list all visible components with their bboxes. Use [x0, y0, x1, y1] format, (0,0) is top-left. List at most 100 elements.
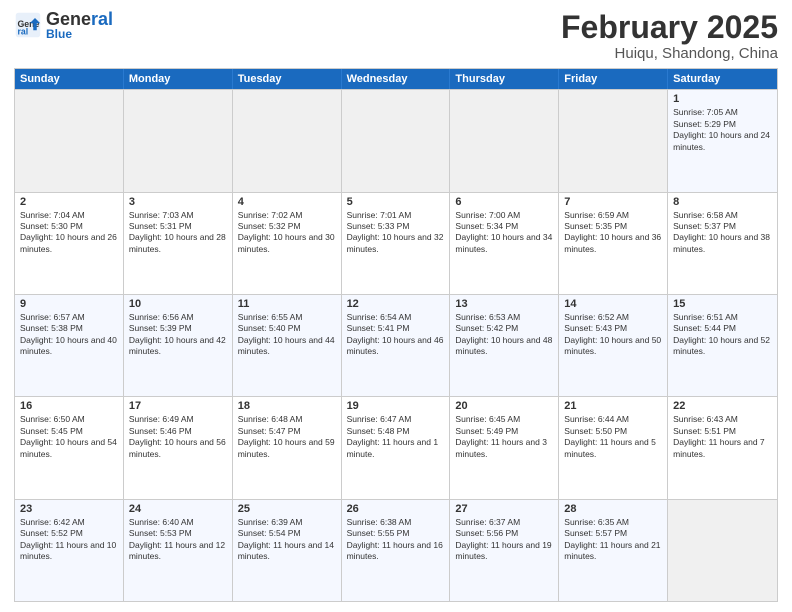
cell-text: Sunrise: 6:55 AM Sunset: 5:40 PM Dayligh… — [238, 312, 336, 358]
cell-text: Sunrise: 6:44 AM Sunset: 5:50 PM Dayligh… — [564, 414, 662, 460]
calendar-cell: 5 Sunrise: 7:01 AM Sunset: 5:33 PM Daylig… — [342, 193, 451, 294]
calendar-cell: 10Sunrise: 6:56 AM Sunset: 5:39 PM Dayli… — [124, 295, 233, 396]
day-number: 1 — [673, 93, 772, 105]
calendar-cell — [559, 90, 668, 191]
calendar-cell: 15 Sunrise: 6:51 AM Sunset: 5:44 PM Dayli… — [668, 295, 777, 396]
cell-text: Sunrise: 7:05 AM Sunset: 5:29 PM Dayligh… — [673, 107, 772, 153]
day-number: 7 — [564, 196, 662, 208]
calendar-cell: 26 Sunrise: 6:38 AM Sunset: 5:55 PM Dayli… — [342, 500, 451, 601]
cell-text: Sunrise: 6:39 AM Sunset: 5:54 PM Dayligh… — [238, 517, 336, 563]
day-number: 19 — [347, 400, 445, 412]
day-number: 12 — [347, 298, 445, 310]
calendar-cell: 19 Sunrise: 6:47 AM Sunset: 5:48 PM Dayli… — [342, 397, 451, 498]
day-number: 20 — [455, 400, 553, 412]
cell-text: Sunrise: 7:01 AM Sunset: 5:33 PM Dayligh… — [347, 210, 445, 256]
cell-text: Sunrise: 6:51 AM Sunset: 5:44 PM Dayligh… — [673, 312, 772, 358]
cell-text: Sunrise: 6:45 AM Sunset: 5:49 PM Dayligh… — [455, 414, 553, 460]
calendar-cell — [233, 90, 342, 191]
day-number: 25 — [238, 503, 336, 515]
day-number: 4 — [238, 196, 336, 208]
subtitle: Huiqu, Shandong, China — [561, 45, 778, 62]
calendar-cell: 25 Sunrise: 6:39 AM Sunset: 5:54 PM Dayli… — [233, 500, 342, 601]
cal-header-cell: Saturday — [668, 69, 777, 89]
day-number: 23 — [20, 503, 118, 515]
cal-header-cell: Thursday — [450, 69, 559, 89]
calendar-cell: 16 Sunrise: 6:50 AM Sunset: 5:45 PM Dayli… — [15, 397, 124, 498]
calendar-row: 9 Sunrise: 6:57 AM Sunset: 5:38 PM Daylig… — [15, 294, 777, 396]
logo-blue: Blue — [46, 28, 113, 40]
cell-text: Sunrise: 6:37 AM Sunset: 5:56 PM Dayligh… — [455, 517, 553, 563]
cell-text: Sunrise: 6:43 AM Sunset: 5:51 PM Dayligh… — [673, 414, 772, 460]
cell-text: Sunrise: 6:57 AM Sunset: 5:38 PM Dayligh… — [20, 312, 118, 358]
day-number: 18 — [238, 400, 336, 412]
day-number: 16 — [20, 400, 118, 412]
logo-text: General — [46, 10, 113, 28]
day-number: 27 — [455, 503, 553, 515]
day-number: 5 — [347, 196, 445, 208]
page: Gene ral General Blue February 2025 Huiq… — [0, 0, 792, 612]
day-number: 15 — [673, 298, 772, 310]
calendar-cell — [668, 500, 777, 601]
cell-text: Sunrise: 7:04 AM Sunset: 5:30 PM Dayligh… — [20, 210, 118, 256]
cell-text: Sunrise: 6:40 AM Sunset: 5:53 PM Dayligh… — [129, 517, 227, 563]
calendar-cell: 27 Sunrise: 6:37 AM Sunset: 5:56 PM Dayli… — [450, 500, 559, 601]
calendar-cell: 28Sunrise: 6:35 AM Sunset: 5:57 PM Dayli… — [559, 500, 668, 601]
cal-header-cell: Tuesday — [233, 69, 342, 89]
day-number: 8 — [673, 196, 772, 208]
calendar-row: 1 Sunrise: 7:05 AM Sunset: 5:29 PM Daylig… — [15, 89, 777, 191]
logo-icon: Gene ral — [14, 11, 42, 39]
title-block: February 2025 Huiqu, Shandong, China — [561, 10, 778, 62]
calendar-header: SundayMondayTuesdayWednesdayThursdayFrid… — [15, 69, 777, 89]
day-number: 26 — [347, 503, 445, 515]
calendar-row: 2 Sunrise: 7:04 AM Sunset: 5:30 PM Daylig… — [15, 192, 777, 294]
cal-header-cell: Sunday — [15, 69, 124, 89]
day-number: 11 — [238, 298, 336, 310]
svg-text:ral: ral — [18, 27, 29, 37]
calendar-cell: 9 Sunrise: 6:57 AM Sunset: 5:38 PM Daylig… — [15, 295, 124, 396]
day-number: 14 — [564, 298, 662, 310]
calendar-cell — [342, 90, 451, 191]
calendar-cell: 17Sunrise: 6:49 AM Sunset: 5:46 PM Dayli… — [124, 397, 233, 498]
day-number: 2 — [20, 196, 118, 208]
cell-text: Sunrise: 6:42 AM Sunset: 5:52 PM Dayligh… — [20, 517, 118, 563]
cell-text: Sunrise: 6:59 AM Sunset: 5:35 PM Dayligh… — [564, 210, 662, 256]
cell-text: Sunrise: 6:49 AM Sunset: 5:46 PM Dayligh… — [129, 414, 227, 460]
calendar-cell: 23 Sunrise: 6:42 AM Sunset: 5:52 PM Dayli… — [15, 500, 124, 601]
cell-text: Sunrise: 6:47 AM Sunset: 5:48 PM Dayligh… — [347, 414, 445, 460]
main-title: February 2025 — [561, 10, 778, 45]
calendar-cell — [450, 90, 559, 191]
day-number: 3 — [129, 196, 227, 208]
calendar-cell: 11 Sunrise: 6:55 AM Sunset: 5:40 PM Dayli… — [233, 295, 342, 396]
cell-text: Sunrise: 6:54 AM Sunset: 5:41 PM Dayligh… — [347, 312, 445, 358]
day-number: 21 — [564, 400, 662, 412]
cell-text: Sunrise: 6:38 AM Sunset: 5:55 PM Dayligh… — [347, 517, 445, 563]
calendar-cell: 3 Sunrise: 7:03 AM Sunset: 5:31 PM Daylig… — [124, 193, 233, 294]
cal-header-cell: Wednesday — [342, 69, 451, 89]
calendar-row: 16 Sunrise: 6:50 AM Sunset: 5:45 PM Dayli… — [15, 396, 777, 498]
calendar-cell: 1 Sunrise: 7:05 AM Sunset: 5:29 PM Daylig… — [668, 90, 777, 191]
cell-text: Sunrise: 7:00 AM Sunset: 5:34 PM Dayligh… — [455, 210, 553, 256]
calendar-cell: 4 Sunrise: 7:02 AM Sunset: 5:32 PM Daylig… — [233, 193, 342, 294]
calendar-cell — [15, 90, 124, 191]
cell-text: Sunrise: 7:03 AM Sunset: 5:31 PM Dayligh… — [129, 210, 227, 256]
cell-text: Sunrise: 6:52 AM Sunset: 5:43 PM Dayligh… — [564, 312, 662, 358]
calendar-cell — [124, 90, 233, 191]
day-number: 9 — [20, 298, 118, 310]
calendar-cell: 7 Sunrise: 6:59 AM Sunset: 5:35 PM Daylig… — [559, 193, 668, 294]
day-number: 22 — [673, 400, 772, 412]
day-number: 6 — [455, 196, 553, 208]
cell-text: Sunrise: 7:02 AM Sunset: 5:32 PM Dayligh… — [238, 210, 336, 256]
day-number: 28 — [564, 503, 662, 515]
cal-header-cell: Friday — [559, 69, 668, 89]
day-number: 13 — [455, 298, 553, 310]
calendar-cell: 20 Sunrise: 6:45 AM Sunset: 5:49 PM Dayli… — [450, 397, 559, 498]
day-number: 10 — [129, 298, 227, 310]
cell-text: Sunrise: 6:50 AM Sunset: 5:45 PM Dayligh… — [20, 414, 118, 460]
calendar-cell: 24Sunrise: 6:40 AM Sunset: 5:53 PM Dayli… — [124, 500, 233, 601]
cell-text: Sunrise: 6:53 AM Sunset: 5:42 PM Dayligh… — [455, 312, 553, 358]
cal-header-cell: Monday — [124, 69, 233, 89]
calendar-cell: 14 Sunrise: 6:52 AM Sunset: 5:43 PM Dayli… — [559, 295, 668, 396]
calendar: SundayMondayTuesdayWednesdayThursdayFrid… — [14, 68, 778, 602]
cell-text: Sunrise: 6:58 AM Sunset: 5:37 PM Dayligh… — [673, 210, 772, 256]
calendar-cell: 18Sunrise: 6:48 AM Sunset: 5:47 PM Dayli… — [233, 397, 342, 498]
